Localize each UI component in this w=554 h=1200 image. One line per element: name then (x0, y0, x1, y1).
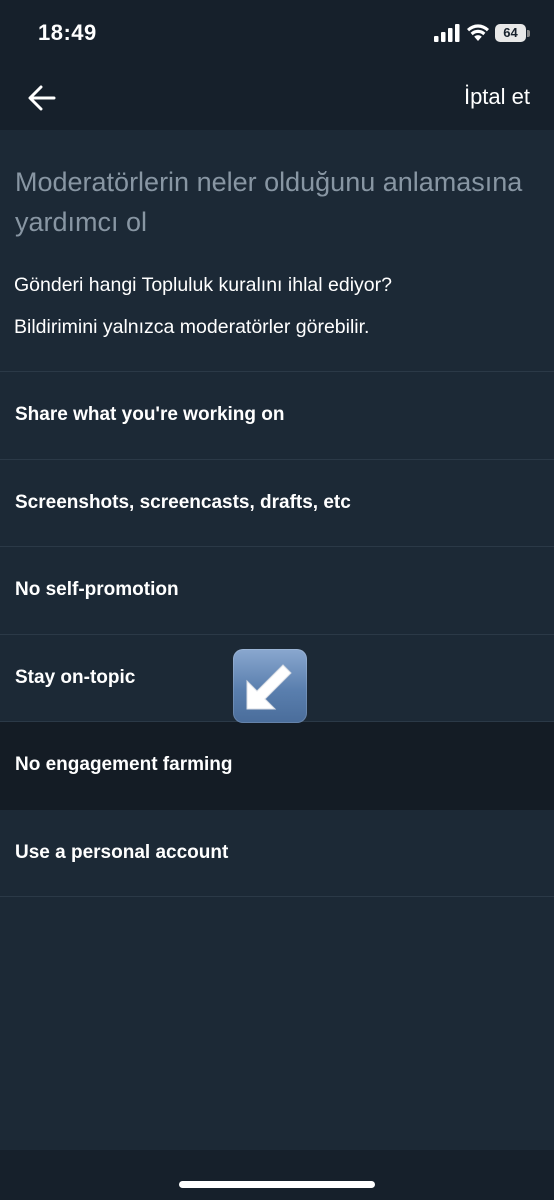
navigation-bar: İptal et (0, 66, 554, 130)
arrow-left-icon (28, 85, 56, 111)
wifi-icon (467, 24, 489, 41)
rule-label: No engagement farming (15, 754, 233, 776)
battery-cap (527, 30, 530, 37)
battery-icon: 64 (495, 24, 531, 42)
rule-label: No self-promotion (15, 579, 179, 601)
cancel-button[interactable]: İptal et (464, 84, 530, 110)
home-area (0, 1150, 554, 1200)
rule-option-no-engagement-farming[interactable]: No engagement farming (0, 722, 554, 810)
back-button[interactable] (22, 80, 62, 116)
report-content: Moderatörlerin neler olduğunu anlamasına… (0, 130, 554, 1150)
rule-option-personal-account[interactable]: Use a personal account (0, 810, 554, 897)
rule-label: Stay on-topic (15, 666, 136, 688)
down-left-arrow-icon (246, 664, 292, 710)
rule-option-share-work[interactable]: Share what you're working on (0, 372, 554, 460)
rule-option-screenshots[interactable]: Screenshots, screencasts, drafts, etc (0, 460, 554, 547)
rule-label: Share what you're working on (15, 404, 285, 426)
cellular-signal-icon (434, 24, 460, 42)
battery-level: 64 (495, 24, 526, 42)
rules-list: Share what you're working on Screenshots… (0, 371, 554, 897)
page-title: Moderatörlerin neler olduğunu anlamasına… (15, 167, 523, 237)
status-time: 18:49 (38, 20, 97, 45)
rule-label: Use a personal account (15, 841, 229, 863)
status-bar: 18:49 64 (0, 0, 554, 66)
down-left-arrow-emoji-icon (233, 649, 307, 723)
home-indicator[interactable] (179, 1181, 375, 1188)
rule-option-no-self-promotion[interactable]: No self-promotion (0, 547, 554, 635)
rule-label: Screenshots, screencasts, drafts, etc (15, 491, 351, 513)
visibility-note: Bildirimini yalnızca moderatörler görebi… (14, 316, 370, 338)
rule-question: Gönderi hangi Topluluk kuralını ihlal ed… (14, 274, 392, 296)
